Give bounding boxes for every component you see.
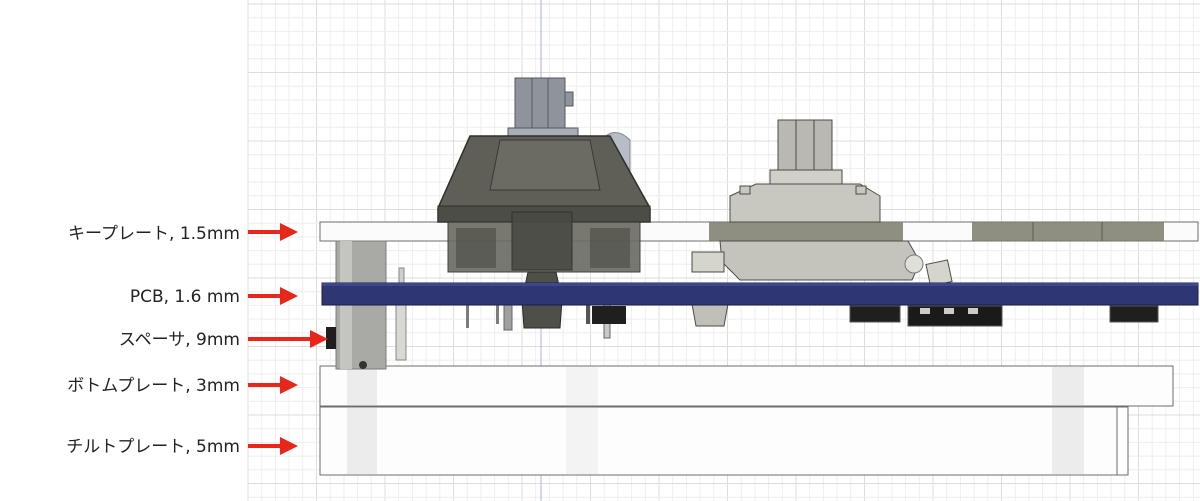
- arrow-right-icon: [248, 223, 298, 241]
- layer-label: キープレート, 1.5mm: [68, 224, 240, 244]
- arrow-right-icon: [248, 376, 298, 394]
- keyboard-stack-diagram: キープレート, 1.5mm PCB, 1.6 mm スペーサ, 9mm ボトムプ…: [66, 0, 1200, 501]
- layer-label: スペーサ, 9mm: [119, 330, 240, 350]
- layer-label: PCB, 1.6 mm: [130, 287, 240, 307]
- label-tilt-plate: チルトプレート, 5mm: [66, 437, 298, 457]
- arrow-right-icon: [248, 287, 298, 305]
- bottom-plate: [319, 365, 1174, 407]
- pcb: [321, 282, 1199, 306]
- label-bottom-plate: ボトムプレート, 3mm: [67, 376, 298, 396]
- layer-label: ボトムプレート, 3mm: [67, 376, 240, 396]
- label-key-plate: キープレート, 1.5mm: [68, 223, 298, 244]
- tilt-plate: [319, 406, 1129, 476]
- arrow-right-icon: [248, 437, 298, 455]
- label-pcb: PCB, 1.6 mm: [130, 287, 298, 307]
- layer-label: チルトプレート, 5mm: [66, 437, 240, 457]
